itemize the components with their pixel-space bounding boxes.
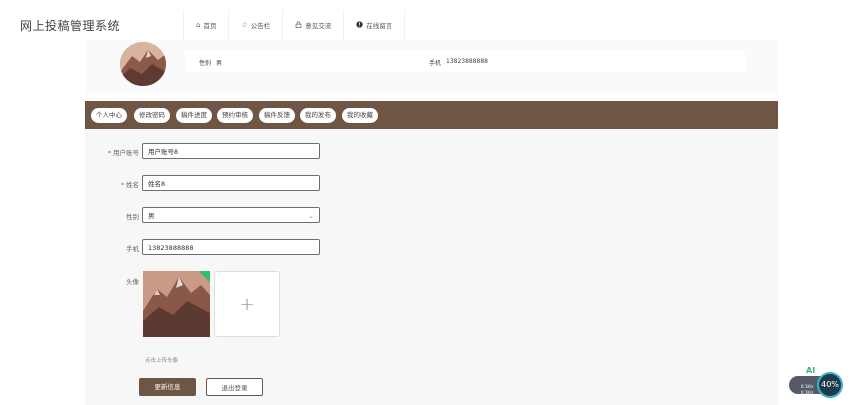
profile-phone-value: 13823888888 (446, 58, 488, 65)
tab-my-favorites[interactable]: 我的收藏 (342, 108, 378, 123)
gender-select-value: 男 (148, 212, 155, 220)
site-title: 网上投稿管理系统 (20, 19, 121, 33)
nav-home[interactable]: ⌂ 首页 (183, 10, 230, 40)
nav-home-label: 首页 (203, 22, 217, 30)
nav-feedback[interactable]: 意见交流 (283, 10, 345, 40)
profile-form: * 用户账号 用户账号8 * 姓名 姓名8 性别 男 ⌄ 手机 1382388888… (85, 129, 778, 405)
tab-appointment-review[interactable]: 预约审核 (217, 108, 253, 123)
home-icon: ⌂ (196, 21, 201, 29)
required-mark: * (120, 181, 124, 189)
floating-speed-widget[interactable]: AI 0.1K/s 0.1K/s 40% (789, 366, 843, 400)
phone-input[interactable]: 13823888888 (142, 239, 320, 255)
user-tab-bar: 个人中心 修改密码 稿件进度 预约审核 稿件反馈 我的发布 我的收藏 (85, 101, 778, 129)
tab-change-password[interactable]: 修改密码 (134, 108, 170, 123)
profile-info: 性别 男 手机 13823888888 (185, 50, 745, 72)
nav-notice[interactable]: ☆ 公告栏 (229, 10, 284, 40)
profile-avatar (120, 42, 166, 86)
account-label: * 用户账号 (79, 147, 139, 157)
main-nav: ⌂ 首页 ☆ 公告栏 意见交流 在线留言 (183, 10, 406, 40)
gender-select[interactable]: 男 ⌄ (142, 207, 320, 223)
upload-hint: 点击上传头像 (145, 358, 179, 364)
nav-notice-label: 公告栏 (250, 22, 271, 30)
chevron-down-icon: ⌄ (308, 212, 314, 220)
nav-feedback-label: 意见交流 (305, 22, 332, 30)
nav-message[interactable]: 在线留言 (344, 10, 406, 40)
tab-manuscript-feedback[interactable]: 稿件反馈 (259, 108, 295, 123)
tab-manuscript-progress[interactable]: 稿件进度 (176, 108, 212, 123)
name-input[interactable]: 姓名8 (142, 175, 320, 191)
network-stats: 0.1K/s 0.1K/s (801, 384, 813, 396)
avatar-label: 头像 (126, 278, 139, 286)
plus-icon: + (239, 293, 255, 315)
star-icon: ☆ (241, 21, 248, 29)
tab-my-posts[interactable]: 我的发布 (300, 108, 336, 123)
profile-gender-label: 性别 (199, 60, 212, 67)
percent-indicator: 40% (817, 372, 843, 398)
account-input[interactable]: 用户账号8 (142, 143, 320, 159)
ai-badge: AI (806, 366, 816, 375)
required-mark: * (107, 149, 111, 157)
tab-personal-center[interactable]: 个人中心 (91, 108, 127, 123)
upload-add-button[interactable]: + (214, 271, 280, 337)
profile-card: 性别 男 手机 13823888888 (85, 40, 778, 95)
phone-label: 手机 (126, 245, 139, 253)
nav-message-label: 在线留言 (366, 22, 393, 30)
lock-icon (295, 20, 302, 30)
network-stat-2: 0.1K/s (801, 390, 814, 395)
update-info-button[interactable]: 更新信息 (139, 378, 196, 396)
account-label-text: 用户账号 (113, 149, 139, 157)
uploaded-avatar-thumbnail[interactable] (143, 271, 210, 337)
profile-phone-label: 手机 (429, 60, 442, 67)
gender-label: 性别 (126, 213, 139, 221)
name-label-text: 姓名 (126, 181, 139, 189)
profile-gender-value: 男 (216, 60, 223, 67)
name-label: * 姓名 (79, 179, 139, 189)
logout-button[interactable]: 退出登录 (206, 378, 263, 396)
info-icon (356, 20, 363, 30)
